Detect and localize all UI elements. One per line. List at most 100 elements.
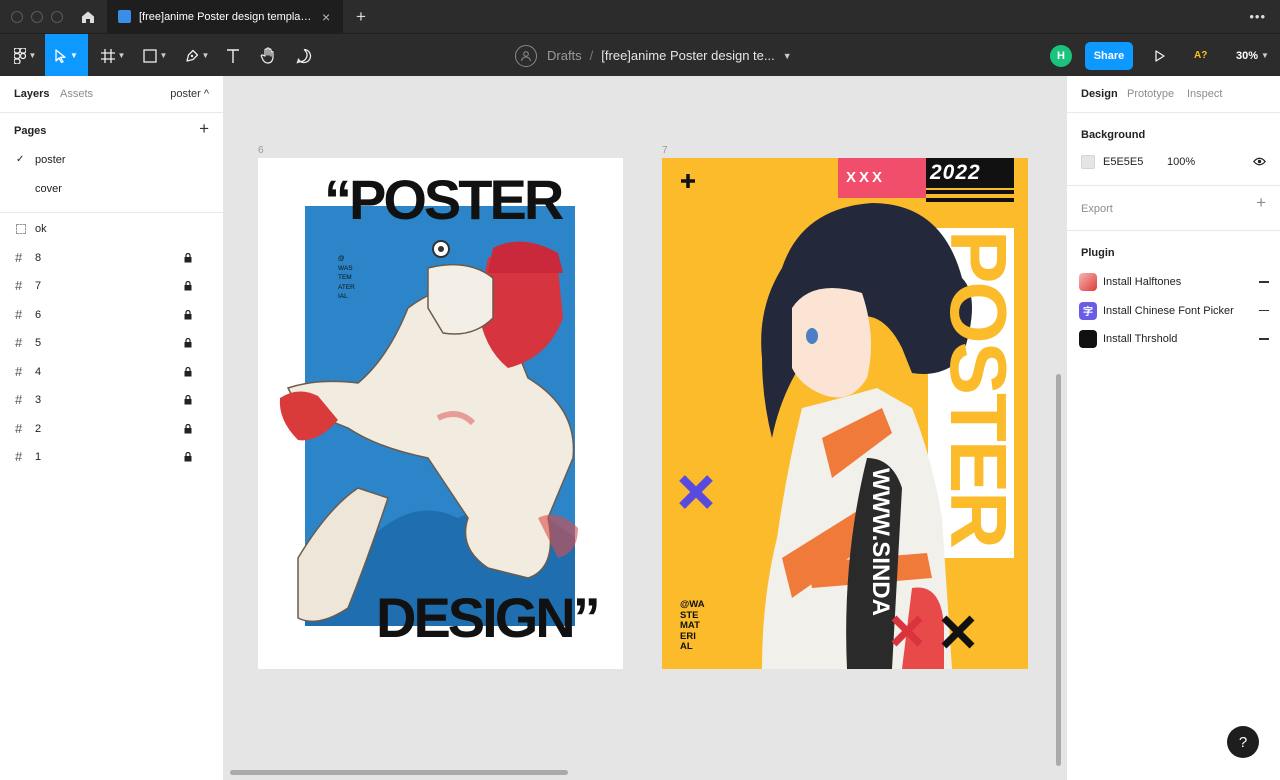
home-button[interactable]: [70, 0, 106, 33]
canvas[interactable]: 6 7 “POSTER DESIGN” @ WAS TEM ATER IAL X…: [224, 76, 1066, 780]
frame-icon: #: [15, 449, 23, 464]
file-name[interactable]: [free]anime Poster design te...: [601, 48, 774, 63]
lock-icon[interactable]: [184, 395, 192, 405]
credit-line: @: [338, 255, 345, 262]
background-hex-input[interactable]: E5E5E5: [1103, 156, 1143, 168]
poster-7-credit: @WA STE MAT ERI AL: [680, 599, 705, 653]
text-icon: [227, 48, 239, 63]
zoom-value: 30%: [1236, 49, 1259, 62]
pen-icon: [185, 49, 198, 62]
present-button[interactable]: [1150, 44, 1170, 68]
lock-icon[interactable]: [184, 281, 192, 291]
frame-6-poster[interactable]: “POSTER DESIGN” @ WAS TEM ATER IAL: [258, 158, 623, 669]
breadcrumb-drafts[interactable]: Drafts: [547, 48, 582, 63]
horizontal-scrollbar[interactable]: [230, 770, 568, 775]
chevron-down-icon: ▼: [117, 51, 126, 60]
minimize-window-icon[interactable]: [31, 11, 43, 23]
breadcrumb: Drafts / [free]anime Poster design te...…: [515, 34, 792, 77]
move-tool-button[interactable]: ▼: [45, 34, 88, 77]
lock-icon[interactable]: [184, 423, 192, 434]
lock-icon[interactable]: [184, 252, 192, 263]
background-opacity-input[interactable]: 100%: [1167, 156, 1195, 168]
zoom-dropdown[interactable]: 30% ▼: [1236, 34, 1269, 77]
tab-prototype[interactable]: Prototype: [1127, 88, 1174, 100]
halftones-plugin-icon: [1079, 273, 1097, 291]
poster-6-title-bottom: DESIGN”: [376, 586, 601, 649]
minus-icon[interactable]: [1259, 281, 1269, 283]
layer-item-frame-7[interactable]: # 7: [0, 272, 223, 301]
pen-tool-button[interactable]: ▼: [180, 34, 214, 77]
maximize-window-icon[interactable]: [51, 11, 63, 23]
plugin-item-chinese-font-picker[interactable]: 字 Install Chinese Font Picker: [1079, 301, 1269, 321]
credit-line: @WA: [680, 599, 705, 610]
hand-icon: [260, 47, 274, 64]
lock-icon[interactable]: [184, 309, 192, 320]
credit-line: TEM: [338, 274, 352, 281]
minus-icon[interactable]: [1259, 309, 1269, 312]
tab-design[interactable]: Design: [1081, 88, 1118, 100]
toolbar: ▼ ▼ ▼ ▼ ▼ Drafts / [free]anime Poster de…: [0, 33, 1280, 77]
plugin-item-halftones[interactable]: Install Halftones: [1079, 272, 1269, 292]
title-bar: [free]anime Poster design template ... ×…: [0, 0, 1280, 33]
frame-icon: #: [15, 278, 23, 293]
layer-name: 4: [35, 365, 42, 378]
eye-icon[interactable]: [1253, 157, 1266, 166]
comment-tool-button[interactable]: [292, 34, 316, 77]
tab-close-icon[interactable]: ×: [322, 9, 330, 25]
page-item-cover[interactable]: cover: [0, 175, 223, 204]
layer-item-frame-8[interactable]: # 8: [0, 244, 223, 273]
cursor-icon: [55, 48, 66, 63]
lock-icon[interactable]: [184, 338, 192, 348]
layer-item-frame-2[interactable]: # 2: [0, 415, 223, 444]
tab-inspect[interactable]: Inspect: [1187, 88, 1222, 100]
page-item-poster[interactable]: ✓ poster: [0, 146, 223, 175]
share-button[interactable]: Share: [1085, 42, 1133, 70]
layer-item-frame-3[interactable]: # 3: [0, 386, 223, 415]
layer-item-ok[interactable]: ok: [0, 215, 223, 244]
minus-icon[interactable]: [1259, 338, 1269, 340]
chevron-down-icon: ▼: [28, 51, 37, 60]
lock-icon[interactable]: [184, 452, 192, 462]
layer-name: 5: [35, 337, 42, 349]
help-button[interactable]: ?: [1227, 726, 1259, 758]
shape-tool-button[interactable]: ▼: [138, 34, 172, 77]
lock-icon[interactable]: [184, 366, 192, 377]
add-export-icon[interactable]: +: [1256, 193, 1266, 213]
user-avatar[interactable]: H: [1050, 45, 1072, 67]
page-name: cover: [35, 182, 62, 195]
vertical-scrollbar[interactable]: [1056, 374, 1061, 766]
layer-item-frame-4[interactable]: # 4: [0, 358, 223, 387]
chevron-down-icon[interactable]: ▼: [783, 51, 792, 61]
new-tab-button[interactable]: +: [351, 0, 371, 33]
export-section: Export +: [1067, 186, 1280, 231]
poster-6-credit: @ WAS TEM ATER IAL: [338, 254, 355, 302]
frame-tool-button[interactable]: ▼: [96, 34, 130, 77]
poster-7-sash-text: WWW.SINDA: [867, 468, 894, 616]
text-tool-button[interactable]: [222, 34, 244, 77]
layer-item-frame-5[interactable]: # 5: [0, 329, 223, 358]
play-icon: [1155, 50, 1165, 62]
hand-tool-button[interactable]: [256, 34, 280, 77]
frame-label-7[interactable]: 7: [662, 145, 668, 156]
add-page-icon[interactable]: +: [199, 119, 209, 139]
file-tab[interactable]: [free]anime Poster design template ... ×: [107, 0, 343, 33]
background-swatch[interactable]: [1081, 155, 1095, 169]
layer-item-frame-1[interactable]: # 1: [0, 443, 223, 472]
close-window-icon[interactable]: [11, 11, 23, 23]
background-title: Background: [1081, 129, 1146, 141]
main-menu-button[interactable]: ▼: [8, 34, 42, 77]
tab-assets[interactable]: Assets: [60, 88, 93, 100]
tab-layers[interactable]: Layers: [14, 88, 49, 100]
frame-label-6[interactable]: 6: [258, 145, 264, 156]
more-menu-icon[interactable]: •••: [1249, 0, 1266, 33]
figma-file-icon: [118, 10, 131, 23]
plugin-item-thrshold[interactable]: Install Thrshold: [1079, 329, 1269, 349]
current-page-selector[interactable]: poster ^: [170, 88, 209, 100]
figma-logo-icon: [13, 47, 26, 64]
missing-fonts-button[interactable]: A?: [1194, 34, 1207, 77]
layer-item-frame-6[interactable]: # 6: [0, 301, 223, 330]
layer-name: 8: [35, 251, 42, 264]
frame-7-poster[interactable]: XXX 2022 POSTER WWW.SINDA @WA STE MAT ER…: [662, 158, 1028, 669]
plugin-title: Plugin: [1081, 247, 1115, 259]
chevron-down-icon: ▼: [201, 51, 210, 60]
